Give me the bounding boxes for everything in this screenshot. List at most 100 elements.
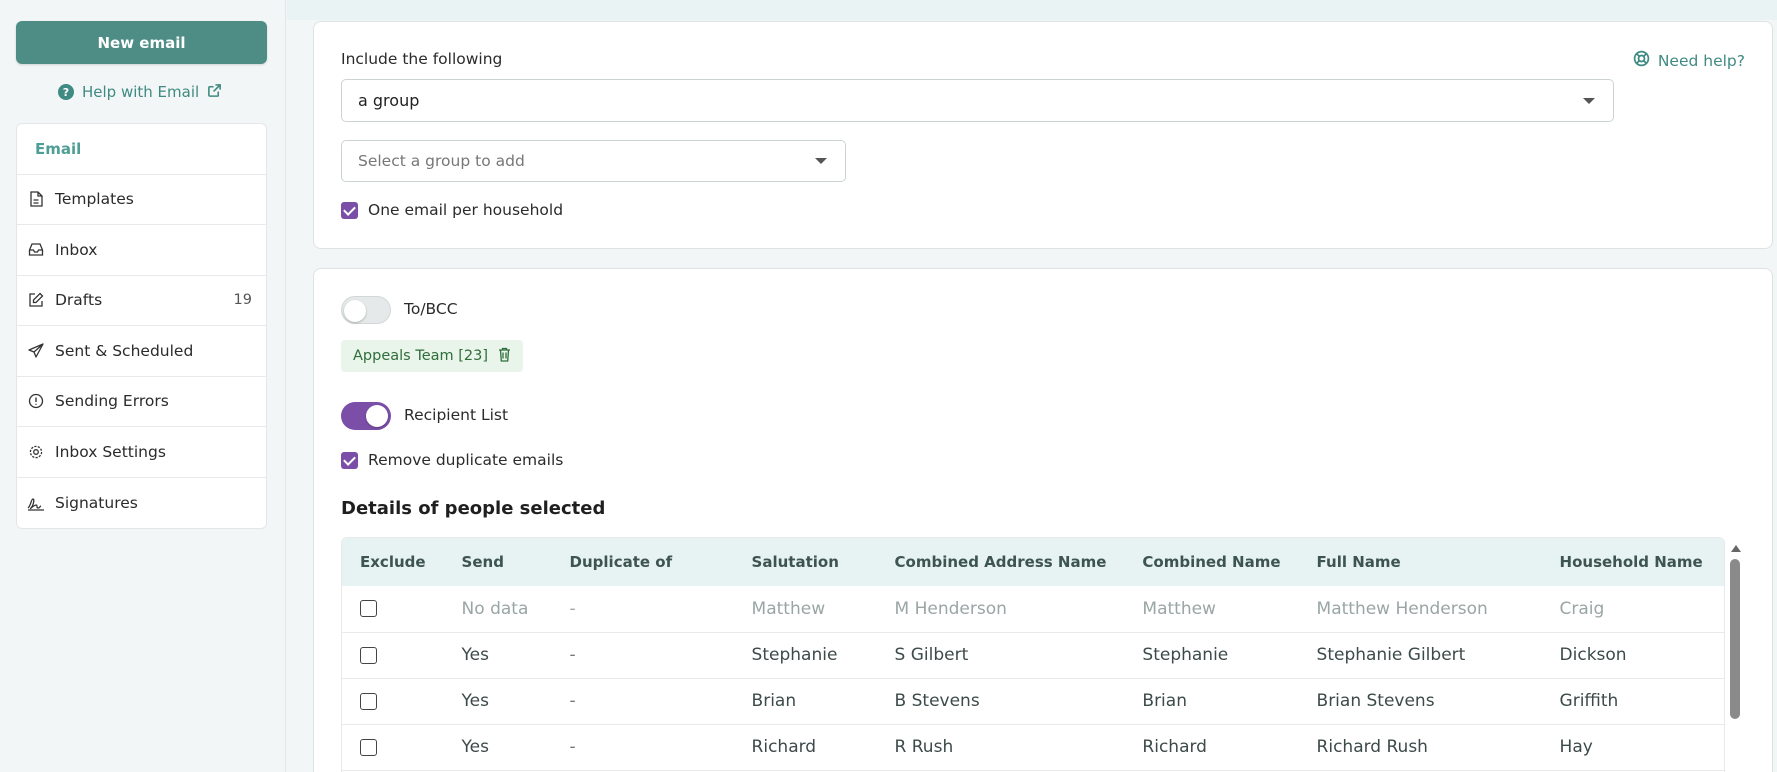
exclude-checkbox[interactable] (360, 600, 377, 618)
include-card: Include the following Need help? a group… (313, 21, 1773, 249)
full-name-cell: Stephanie Gilbert (1298, 632, 1542, 679)
exclude-checkbox[interactable] (360, 738, 377, 756)
exclude-cell (342, 724, 444, 771)
sidebar-item-sent-scheduled[interactable]: Sent & Scheduled (17, 326, 266, 377)
send-cell: Yes (443, 632, 552, 679)
sidebar-item-label: Sending Errors (55, 392, 169, 411)
household-name-cell: Dickson (1541, 632, 1724, 679)
scroll-up-arrow-icon[interactable] (1731, 545, 1741, 552)
recipient-list-label: Recipient List (404, 406, 509, 424)
salutation-cell: Richard (733, 724, 877, 771)
column-header[interactable]: Combined Name (1124, 538, 1298, 586)
combined-name-cell: Stephanie (1124, 632, 1299, 679)
sidebar-item-label: Inbox (55, 240, 98, 259)
table-row: Yes - Richard R Rush Richard Richard Rus… (342, 724, 1724, 771)
drafts-count: 19 (233, 292, 252, 309)
group-chip-label: Appeals Team [23] (353, 348, 489, 364)
household-name-cell: Griffith (1541, 678, 1724, 725)
column-header[interactable]: Combined Address Name (877, 538, 1125, 586)
include-select-value: a group (358, 91, 420, 110)
combined-name-cell: Richard (1124, 724, 1299, 771)
duplicate-cell: - (551, 724, 734, 771)
need-help-label: Need help? (1657, 51, 1745, 70)
duplicate-cell: - (551, 586, 734, 633)
sidebar-item-label: Signatures (55, 493, 138, 512)
household-checkbox[interactable] (341, 201, 358, 219)
column-header[interactable]: Salutation (734, 538, 877, 586)
household-name-cell: Craig (1541, 586, 1724, 633)
duplicate-cell: - (551, 632, 734, 679)
sidebar-item-label: Drafts (55, 291, 103, 310)
scroll-thumb[interactable] (1730, 559, 1740, 719)
send-cell: Yes (443, 678, 552, 725)
address-name-cell: M Henderson (876, 586, 1125, 633)
to-bcc-label: To/BCC (404, 300, 458, 318)
table-row: No data - Matthew M Henderson Matthew Ma… (342, 586, 1724, 633)
top-strip (287, 0, 1777, 20)
sidebar-item-email[interactable]: Email (17, 124, 266, 175)
combined-name-cell: Brian (1124, 678, 1299, 725)
combined-name-cell: Matthew (1124, 586, 1299, 633)
exclude-cell (342, 678, 444, 725)
question-icon: ? (58, 84, 74, 100)
exclude-cell (342, 586, 444, 633)
signature-icon (27, 494, 45, 512)
trash-icon[interactable] (498, 347, 511, 366)
edit-icon (27, 291, 45, 309)
address-name-cell: S Gilbert (876, 632, 1125, 679)
column-header[interactable]: Duplicate of (552, 538, 734, 586)
sidebar-item-label: Sent & Scheduled (55, 341, 194, 360)
need-help-link[interactable]: Need help? (1633, 50, 1745, 71)
remove-duplicates-label: Remove duplicate emails (368, 451, 564, 469)
recipient-list-toggle[interactable] (341, 402, 391, 430)
household-checkbox-row[interactable]: One email per household (341, 201, 563, 219)
help-with-email-link[interactable]: ? Help with Email (58, 80, 222, 104)
to-bcc-toggle[interactable] (341, 296, 391, 324)
people-table: Exclude Send Duplicate of Salutation Com… (341, 537, 1725, 772)
address-name-cell: B Stevens (876, 678, 1125, 725)
group-select[interactable]: Select a group to add (341, 140, 846, 182)
full-name-cell: Matthew Henderson (1298, 586, 1542, 633)
exclude-checkbox[interactable] (360, 692, 377, 710)
sidebar-item-sending-errors[interactable]: Sending Errors (17, 377, 266, 427)
remove-duplicates-row[interactable]: Remove duplicate emails (341, 451, 563, 469)
sidebar-item-signatures[interactable]: Signatures (17, 478, 266, 529)
send-cell: No data (443, 586, 552, 633)
table-scrollbar[interactable] (1729, 545, 1741, 772)
sidebar-item-inbox-settings[interactable]: Inbox Settings (17, 427, 266, 478)
table-row: Yes - Brian B Stevens Brian Brian Steven… (342, 678, 1724, 725)
remove-duplicates-checkbox[interactable] (341, 451, 358, 469)
household-name-cell: Hay (1541, 724, 1724, 771)
full-name-cell: Brian Stevens (1298, 678, 1542, 725)
chevron-down-icon (1583, 97, 1595, 104)
send-cell: Yes (443, 724, 552, 771)
include-select[interactable]: a group (341, 79, 1614, 122)
household-label: One email per household (368, 201, 564, 219)
sidebar-item-inbox[interactable]: Inbox (17, 225, 266, 276)
new-email-button[interactable]: New email (16, 21, 267, 64)
sidebar: New email ? Help with Email Email Templa… (0, 0, 286, 772)
table-row: Yes - Stephanie S Gilbert Stephanie Step… (342, 632, 1724, 679)
exclude-checkbox[interactable] (360, 646, 377, 664)
group-chip: Appeals Team [23] (341, 340, 524, 372)
help-link-label: Help with Email (82, 83, 200, 101)
recipients-card: To/BCC Appeals Team [23] Recipient List … (313, 268, 1773, 772)
section-title: Details of people selected (341, 498, 606, 519)
sidebar-item-templates[interactable]: Templates (17, 175, 266, 225)
external-link-icon (207, 83, 222, 102)
column-header[interactable]: Exclude (342, 538, 444, 586)
salutation-cell: Matthew (733, 586, 877, 633)
document-icon (27, 190, 45, 208)
column-header[interactable]: Full Name (1299, 538, 1542, 586)
exclude-cell (342, 632, 444, 679)
salutation-cell: Brian (733, 678, 877, 725)
salutation-cell: Stephanie (733, 632, 877, 679)
sidebar-nav: Email Templates Inbox Drafts 19 Sent & S… (16, 123, 267, 529)
inbox-icon (27, 241, 45, 259)
send-icon (27, 342, 45, 360)
lifebuoy-icon (1633, 50, 1650, 71)
column-header[interactable]: Send (444, 538, 552, 586)
address-name-cell: R Rush (876, 724, 1125, 771)
column-header[interactable]: Household Name (1542, 538, 1724, 586)
sidebar-item-drafts[interactable]: Drafts 19 (17, 276, 266, 326)
